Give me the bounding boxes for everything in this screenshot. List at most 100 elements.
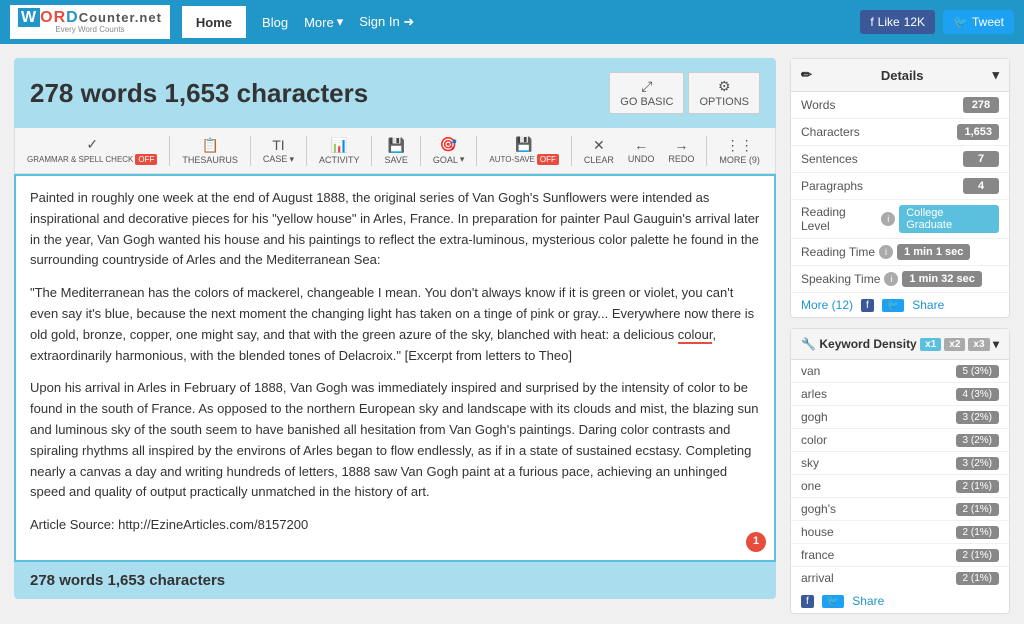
keyword-list: van5 (3%)arles4 (3%)gogh3 (2%)color3 (2%… — [791, 360, 1009, 589]
keyword-word: sky — [801, 456, 819, 470]
case-icon: TI — [272, 137, 284, 153]
characters-row: Characters 1,653 — [791, 119, 1009, 146]
keyword-density-panel: 🔧 Keyword Density x1 x2 x3 ▾ van5 (3%)ar… — [790, 328, 1010, 614]
keyword-word: arles — [801, 387, 827, 401]
more-link[interactable]: More (12) — [801, 298, 853, 312]
clear-icon: ✕ — [593, 137, 605, 154]
kw-fb-icon[interactable]: f — [801, 595, 814, 608]
keyword-row: color 3 (2%) — [791, 429, 1009, 452]
keyword-row: gogh's 2 (1%) — [791, 498, 1009, 521]
grammar-off-badge: OFF — [135, 154, 157, 165]
logo-counter: Counter.net — [79, 10, 162, 25]
keyword-row: house 2 (1%) — [791, 521, 1009, 544]
keyword-word: arrival — [801, 571, 834, 585]
go-basic-button[interactable]: ⤢ GO BASIC — [609, 72, 684, 114]
more-menu[interactable]: More ▾ — [304, 14, 343, 30]
reading-time-row: Reading Time i 1 min 1 sec — [791, 239, 1009, 266]
check-icon: ✓ — [86, 136, 98, 153]
logo[interactable]: WORDCounter.net Every Word Counts — [10, 5, 170, 39]
keyword-count: 2 (1%) — [956, 503, 999, 516]
twitter-button[interactable]: 🐦 Tweet — [943, 10, 1014, 34]
share-link[interactable]: Share — [912, 298, 944, 312]
kw-collapse-icon[interactable]: ▾ — [993, 337, 999, 351]
keyword-word: france — [801, 548, 834, 562]
goal-arrow: ▾ — [460, 154, 465, 165]
reading-time-info-icon: i — [879, 245, 893, 259]
keyword-word: gogh's — [801, 502, 836, 516]
kw-tw-icon[interactable]: 🐦 — [822, 595, 844, 608]
auto-save-button[interactable]: 💾 AUTO-SAVE OFF — [485, 134, 563, 167]
keyword-count: 2 (1%) — [956, 526, 999, 539]
details-panel: ✏ Details ▾ Words 278 Characters 1,653 S… — [790, 58, 1010, 318]
speaking-time-info-icon: i — [884, 272, 898, 286]
left-column: 278 words 1,653 characters ⤢ GO BASIC ⚙ … — [14, 58, 790, 624]
collapse-icon[interactable]: ▾ — [992, 67, 999, 83]
keyword-word: color — [801, 433, 827, 447]
activity-button[interactable]: 📊 ACTIVITY — [315, 135, 364, 167]
case-arrow: ▾ — [289, 154, 294, 165]
sentences-row: Sentences 7 — [791, 146, 1009, 173]
keyword-count: 5 (3%) — [956, 365, 999, 378]
logo-sub: Every Word Counts — [55, 26, 124, 35]
separator — [476, 136, 477, 166]
keyword-count: 4 (3%) — [956, 388, 999, 401]
details-fb-icon[interactable]: f — [861, 299, 874, 312]
goal-icon: 🎯 — [440, 136, 457, 153]
keyword-row: arrival 2 (1%) — [791, 567, 1009, 589]
keyword-row: arles 4 (3%) — [791, 383, 1009, 406]
keyword-word: house — [801, 525, 834, 539]
logo-r: R — [54, 9, 67, 26]
clear-button[interactable]: ✕ CLEAR — [580, 135, 618, 167]
bottom-stats: 278 words 1,653 characters — [14, 562, 776, 599]
keyword-row: sky3 (2%) — [791, 452, 1009, 475]
separator — [169, 136, 170, 166]
options-button[interactable]: ⚙ OPTIONS — [688, 72, 760, 114]
reading-time-badge: 1 min 1 sec — [897, 244, 970, 260]
keyword-row: one 2 (1%) — [791, 475, 1009, 498]
undo-button[interactable]: ← UNDO — [624, 135, 659, 166]
details-tw-icon[interactable]: 🐦 — [882, 299, 904, 312]
separator — [250, 136, 251, 166]
word-count-title: 278 words 1,653 characters — [30, 78, 368, 109]
keyword-word: van — [801, 364, 820, 378]
thesaurus-button[interactable]: 📋 THESAURUS — [178, 135, 242, 167]
case-button[interactable]: TI CASE ▾ — [259, 135, 298, 167]
keyword-count: 3 (2%) — [956, 411, 999, 424]
gear-icon: ⚙ — [718, 78, 731, 95]
details-header: ✏ Details ▾ — [791, 59, 1009, 92]
signin-link[interactable]: Sign In ➜ — [347, 8, 426, 36]
blog-link[interactable]: Blog — [250, 9, 300, 36]
paragraph-2: "The Mediterranean has the colors of mac… — [30, 283, 760, 366]
tab-x1[interactable]: x1 — [920, 338, 941, 351]
tab-x2[interactable]: x2 — [944, 338, 965, 351]
details-icon: ✏ — [801, 67, 812, 83]
sentences-badge: 7 — [963, 151, 999, 167]
main-container: 278 words 1,653 characters ⤢ GO BASIC ⚙ … — [0, 44, 1024, 624]
keyword-count: 2 (1%) — [956, 480, 999, 493]
logo-o: O — [40, 9, 53, 26]
goal-button[interactable]: 🎯 GOAL ▾ — [429, 134, 469, 167]
text-editor[interactable]: Painted in roughly one week at the end o… — [14, 174, 776, 562]
wrench-icon: 🔧 — [801, 337, 816, 351]
reading-level-row: Reading Level i College Graduate — [791, 200, 1009, 239]
twitter-icon: 🐦 — [953, 15, 968, 29]
more-tools-button[interactable]: ⋮⋮ MORE (9) — [715, 135, 764, 167]
separator — [371, 136, 372, 166]
tab-x3[interactable]: x3 — [968, 338, 989, 351]
scroll-indicator: 1 — [746, 532, 766, 552]
logo-w: W — [18, 8, 40, 27]
stats-header: 278 words 1,653 characters ⤢ GO BASIC ⚙ … — [14, 58, 776, 128]
kw-share-link[interactable]: Share — [852, 594, 884, 608]
keyword-word: one — [801, 479, 821, 493]
redo-button[interactable]: → REDO — [664, 135, 698, 166]
home-button[interactable]: Home — [182, 6, 246, 38]
speaking-time-badge: 1 min 32 sec — [902, 271, 981, 287]
facebook-button[interactable]: f Like 12K — [860, 10, 935, 34]
keyword-count: 2 (1%) — [956, 549, 999, 562]
autosave-off-badge: OFF — [537, 154, 559, 165]
keyword-count: 2 (1%) — [956, 572, 999, 585]
keyword-count: 3 (2%) — [956, 434, 999, 447]
reading-level-info-icon: i — [881, 212, 895, 226]
grammar-spell-check-button[interactable]: ✓ GRAMMAR & SPELL CHECK OFF — [23, 134, 161, 167]
save-button[interactable]: 💾 SAVE — [380, 135, 411, 167]
